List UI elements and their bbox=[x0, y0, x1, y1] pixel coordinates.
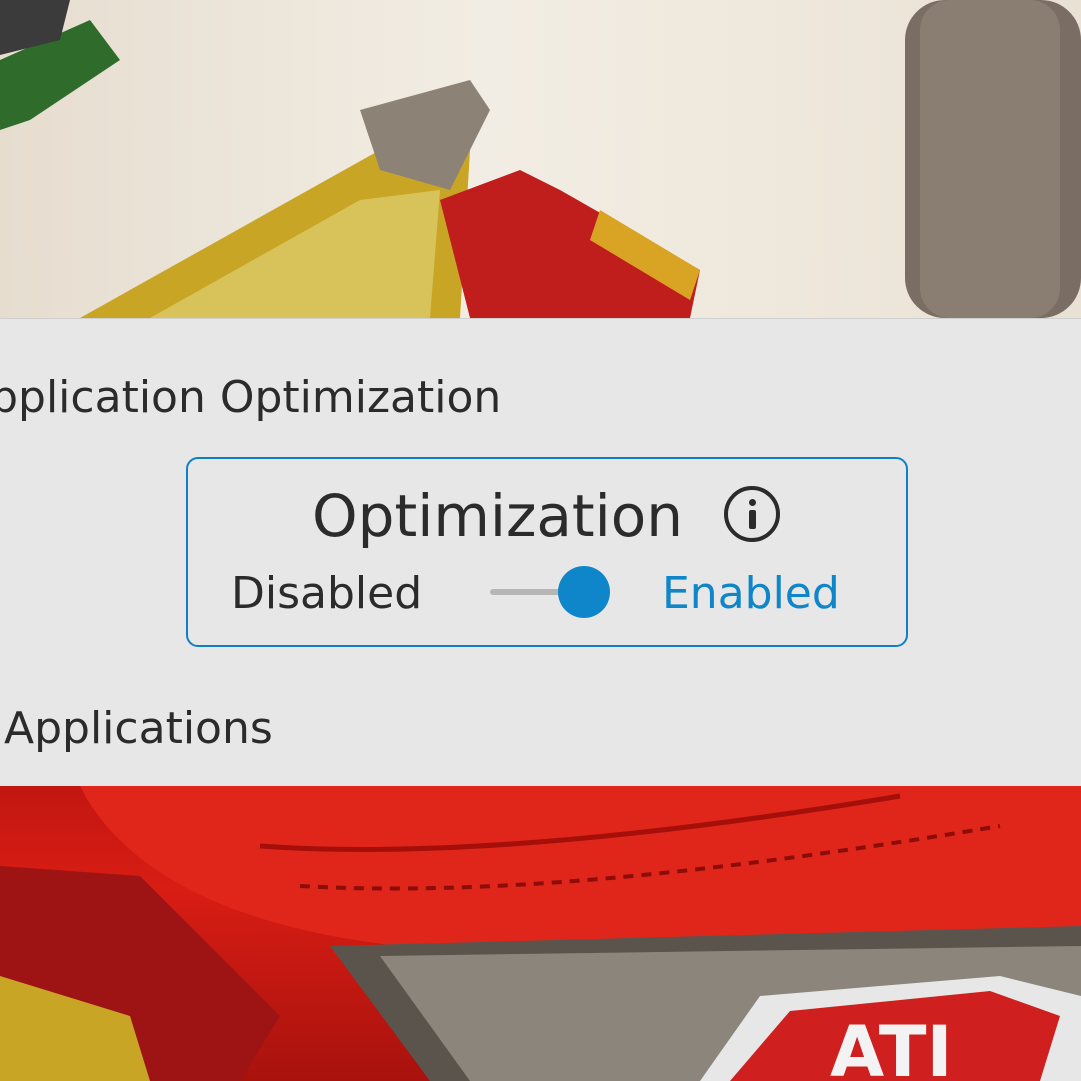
optimization-toggle[interactable] bbox=[490, 566, 614, 618]
gpu-cooler-illustration: ATI bbox=[0, 786, 1081, 1081]
background-photo-top bbox=[0, 0, 1081, 318]
toggle-label-enabled: Enabled bbox=[662, 568, 840, 619]
info-circle-icon[interactable] bbox=[724, 486, 780, 542]
optimization-title: Optimization bbox=[312, 482, 684, 550]
toggle-thumb[interactable] bbox=[558, 566, 610, 618]
ati-logo-text: ATI bbox=[830, 1011, 953, 1081]
gpu-photo-illustration bbox=[0, 0, 1081, 318]
section-title-application-optimization: Application Optimization bbox=[0, 372, 502, 423]
background-photo-bottom: ATI bbox=[0, 786, 1081, 1081]
section-title-applications: Applications bbox=[4, 703, 273, 754]
toggle-label-disabled: Disabled bbox=[231, 568, 423, 619]
